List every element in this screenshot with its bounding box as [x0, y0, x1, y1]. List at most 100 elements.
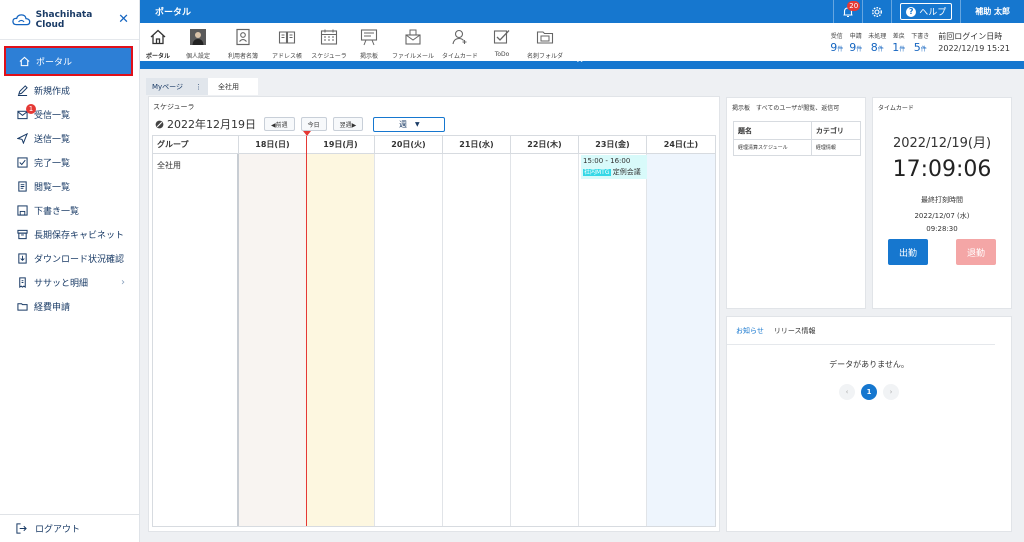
counter-applied[interactable]: 申請 9件	[849, 31, 862, 55]
brand-name: Shachihata Cloud	[35, 9, 93, 30]
counter-drafts[interactable]: 下書き 5件	[911, 31, 929, 55]
help-button[interactable]: ? ヘルプ	[900, 3, 953, 20]
counter-pending[interactable]: 未処理 8件	[868, 31, 886, 55]
day-header[interactable]: 19日(月)	[307, 136, 375, 154]
toolbar-collapse-bar[interactable]: ^	[140, 59, 1024, 69]
tool-time-card[interactable]: タイムカード	[438, 23, 482, 60]
cabinet-icon	[16, 228, 28, 240]
home-icon	[18, 55, 30, 67]
sidebar-item-completed[interactable]: 完了一覧	[0, 150, 139, 174]
tab-company[interactable]: 全社用	[208, 78, 258, 95]
counter-received[interactable]: 受信 9件	[830, 31, 843, 55]
clock-out-button[interactable]: 退勤	[956, 239, 996, 265]
sidebar-item-new[interactable]: 新規作成	[0, 78, 139, 102]
tool-bulletin-board[interactable]: 掲示板	[350, 23, 388, 60]
day-cell[interactable]	[239, 154, 307, 526]
top-right-controls: 20 ? ヘルプ 補助 太郎	[833, 0, 1024, 23]
day-header[interactable]: 20日(火)	[375, 136, 443, 154]
tool-label: ポータル	[145, 53, 170, 60]
gear-icon	[872, 6, 883, 17]
event-tag: 社内MTG	[583, 169, 611, 176]
day-header[interactable]: 21日(水)	[443, 136, 511, 154]
schedule-event[interactable]: 15:00 - 16:00 社内MTG 定例会議	[581, 155, 647, 179]
next-week-button[interactable]: 翌週▶	[332, 117, 364, 131]
day-header[interactable]: 23日(金)	[579, 136, 647, 154]
tool-user-directory[interactable]: 利用者名簿	[220, 23, 266, 60]
counter-unit: 件	[920, 46, 927, 53]
last-login-value: 2022/12/19 15:21	[938, 44, 1010, 53]
counter-unit: 件	[856, 46, 863, 53]
tool-todo[interactable]: ToDo	[482, 23, 522, 58]
more-vertical-icon[interactable]: ⋮	[195, 83, 202, 91]
sidebar-item-sent[interactable]: 送信一覧	[0, 126, 139, 150]
sidebar-item-label: 送信一覧	[34, 134, 71, 145]
counter-label: 下書き	[911, 33, 930, 40]
day-cell[interactable]	[443, 154, 511, 526]
sidebar-item-download-status[interactable]: ダウンロード状況確認	[0, 246, 139, 270]
board-cell: 経理情報	[810, 139, 862, 156]
notification-button[interactable]: 20	[833, 0, 862, 23]
todo-icon	[492, 27, 512, 47]
day-header[interactable]: 18日(日)	[239, 136, 307, 154]
tab-release-info[interactable]: リリース情報	[774, 326, 816, 336]
day-header[interactable]: 22日(木)	[511, 136, 579, 154]
sidebar-item-viewed[interactable]: 閲覧一覧	[0, 174, 139, 198]
sidebar-item-sasatto-meisai[interactable]: ササッと明細 ›	[0, 270, 139, 294]
pin-icon[interactable]: ✕	[118, 12, 129, 27]
last-punch-time: 09:28:30	[926, 225, 958, 233]
counter-label: 受信	[830, 33, 843, 40]
send-icon	[16, 132, 28, 144]
sidebar-item-expense[interactable]: 経費申請	[0, 294, 139, 318]
scheduler-title: スケジューラ	[153, 103, 195, 111]
pen-icon	[16, 84, 28, 96]
day-cell[interactable]	[579, 154, 647, 526]
tool-address-book[interactable]: アドレス帳	[266, 23, 308, 60]
sidebar-item-inbox[interactable]: 1 受信一覧	[0, 102, 139, 126]
check-icon	[16, 156, 28, 168]
logout-icon	[16, 523, 27, 534]
day-header[interactable]: 24日(土)	[647, 136, 715, 154]
user-name[interactable]: 補助 太郎	[960, 0, 1024, 23]
day-cell[interactable]	[307, 154, 375, 526]
caret-down-icon: ▼	[414, 120, 420, 128]
prev-page-button[interactable]: ‹	[839, 384, 855, 400]
event-time: 15:00 - 16:00	[583, 157, 631, 165]
counter-unit: 件	[877, 46, 884, 53]
sidebar-item-drafts[interactable]: 下書き一覧	[0, 198, 139, 222]
tool-personal-settings[interactable]: 個人設定	[176, 23, 220, 60]
tab-notice[interactable]: お知らせ	[736, 326, 764, 336]
settings-button[interactable]	[862, 0, 891, 23]
next-page-button[interactable]: ›	[883, 384, 899, 400]
question-icon: ?	[906, 6, 917, 17]
logout-button[interactable]: ログアウト	[0, 514, 139, 542]
board-header: カテゴリ	[810, 121, 862, 140]
tool-business-card-folder[interactable]: 名刺フォルダ	[522, 23, 568, 60]
chevron-up-icon: ^	[576, 59, 584, 69]
current-time-marker	[303, 131, 311, 136]
page-number[interactable]: 1	[861, 384, 877, 400]
prev-week-button[interactable]: ◀前週	[264, 117, 295, 131]
group-header: グループ	[153, 136, 239, 154]
last-punch-label: 最終打刻時間	[921, 196, 963, 204]
tool-scheduler[interactable]: スケジューラ	[308, 23, 350, 60]
counter-returned[interactable]: 差戻 1件	[892, 31, 905, 55]
receipt-icon	[16, 276, 28, 288]
board-title: 掲示板 すべてのユーザが閲覧、返信可	[732, 105, 840, 112]
board-cell[interactable]: 経理清算スケジュール	[733, 139, 812, 156]
tab-my-page[interactable]: Myページ ⋮	[146, 78, 208, 95]
home-icon	[148, 27, 168, 47]
sidebar-item-cabinet[interactable]: 長期保存キャビネット	[0, 222, 139, 246]
day-cell[interactable]	[511, 154, 579, 526]
tool-portal[interactable]: ポータル	[140, 23, 176, 60]
today-button[interactable]: 今日	[300, 117, 327, 131]
address-book-icon	[277, 27, 297, 47]
clock-in-button[interactable]: 出勤	[888, 239, 928, 265]
sidebar-item-portal[interactable]: ポータル	[4, 46, 133, 76]
view-select[interactable]: 週 ▼	[373, 116, 446, 132]
day-cell[interactable]	[375, 154, 443, 526]
tool-file-mail[interactable]: ファイルメール	[388, 23, 438, 60]
day-cell[interactable]	[647, 154, 715, 526]
last-login: 前回ログイン日時 2022/12/19 15:21	[938, 31, 1010, 55]
notification-badge: 20	[847, 1, 861, 11]
table-row[interactable]: 経理清算スケジュール 経理情報	[733, 139, 862, 156]
